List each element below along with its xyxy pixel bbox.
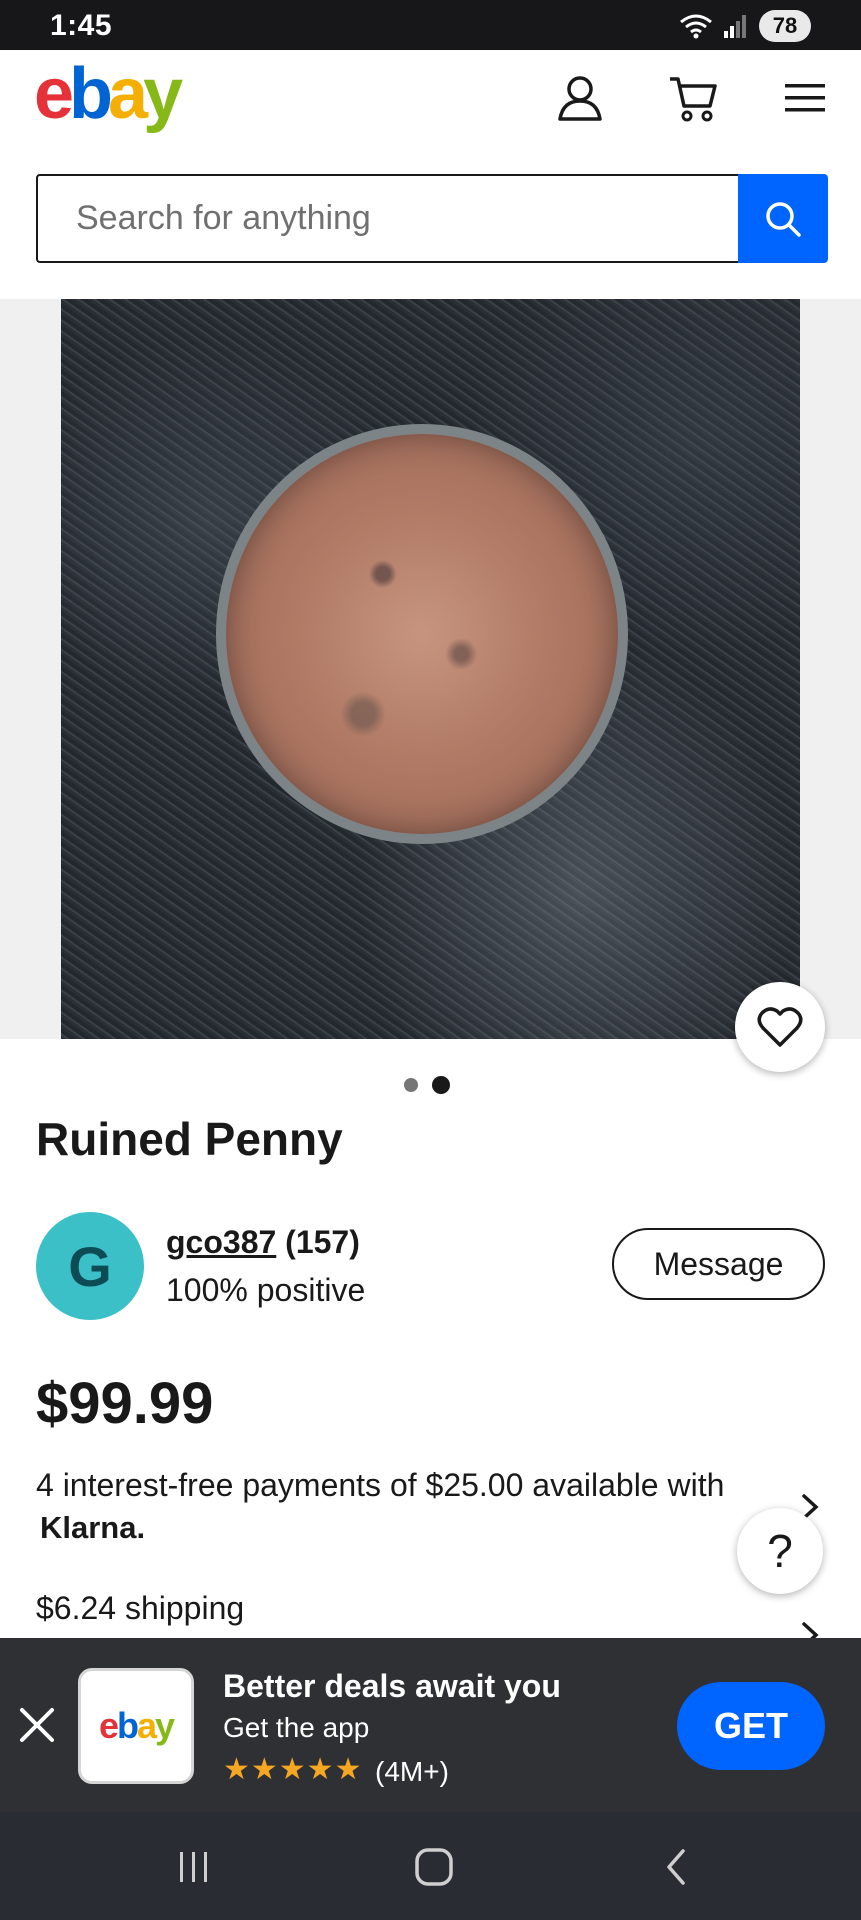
listing-title: Ruined Penny	[36, 1113, 343, 1165]
seller-info: gco387 (157)	[166, 1224, 360, 1261]
search-bar	[36, 174, 828, 263]
app-install-banner: ebay Better deals await you Get the app …	[0, 1638, 861, 1812]
gallery-dots	[404, 1076, 450, 1094]
recents-button[interactable]	[164, 1842, 224, 1892]
cart-icon	[670, 77, 717, 122]
logo-letter: y	[155, 1705, 175, 1746]
wifi-icon	[680, 14, 712, 39]
home-button[interactable]	[404, 1842, 464, 1892]
message-button[interactable]: Message	[612, 1228, 825, 1300]
header: ebay	[0, 50, 861, 160]
gallery-dot[interactable]	[404, 1078, 418, 1092]
ebay-app-icon: ebay	[78, 1668, 194, 1784]
help-button[interactable]: ?	[737, 1508, 823, 1594]
image-gallery[interactable]	[0, 299, 861, 1039]
gallery-dot-active[interactable]	[432, 1076, 450, 1094]
logo-letter: a	[136, 1705, 157, 1746]
seller-avatar[interactable]: G	[36, 1212, 144, 1320]
rating-stars: ★★★★★	[223, 1753, 363, 1786]
back-icon	[667, 1849, 685, 1885]
page: 1:45 78 ebay Search for anything Ruined …	[0, 0, 861, 1920]
status-time: 1:45	[50, 9, 113, 42]
banner-headline: Better deals await you	[223, 1668, 561, 1704]
heart-icon	[757, 1007, 803, 1047]
ebay-logo[interactable]: ebay	[34, 58, 183, 130]
logo-letter: b	[69, 54, 113, 134]
menu-button[interactable]	[775, 68, 835, 128]
watchlist-button[interactable]	[735, 982, 825, 1072]
rating-count: (4M+)	[375, 1756, 449, 1787]
logo-letter: a	[108, 54, 148, 134]
back-button[interactable]	[646, 1842, 706, 1892]
recents-icon	[180, 1852, 207, 1882]
banner-subtitle: Get the app	[223, 1712, 370, 1743]
seller-positive: 100% positive	[166, 1272, 366, 1308]
get-app-button[interactable]: GET	[677, 1682, 825, 1770]
battery-indicator: 78	[759, 10, 811, 42]
system-nav-bar	[0, 1812, 861, 1920]
logo-letter: e	[98, 1705, 119, 1746]
seller-username[interactable]: gco387	[166, 1224, 276, 1260]
logo-letter: y	[143, 54, 183, 134]
installments-text[interactable]: 4 interest-free payments of $25.00 avail…	[36, 1467, 724, 1504]
shipping-cost[interactable]: $6.24 shipping	[36, 1590, 244, 1627]
search-button[interactable]	[738, 174, 828, 263]
cart-button[interactable]	[663, 68, 723, 128]
klarna-logo: Klarna.	[40, 1510, 146, 1545]
status-icons: 78	[679, 10, 811, 42]
listing-photo[interactable]	[61, 299, 800, 1039]
search-input[interactable]	[36, 174, 738, 263]
signal-icon	[724, 15, 746, 38]
menu-icon	[785, 84, 825, 112]
home-icon	[415, 1848, 453, 1886]
close-icon[interactable]	[18, 1706, 56, 1744]
coin-image	[216, 424, 628, 844]
account-button[interactable]	[550, 68, 610, 128]
price: $99.99	[36, 1371, 214, 1436]
seller-feedback-count: (157)	[285, 1224, 360, 1260]
user-icon	[558, 76, 602, 121]
logo-letter: e	[34, 54, 74, 134]
logo-letter: b	[116, 1705, 139, 1746]
search-icon	[766, 201, 801, 237]
status-bar: 1:45 78	[0, 0, 861, 50]
